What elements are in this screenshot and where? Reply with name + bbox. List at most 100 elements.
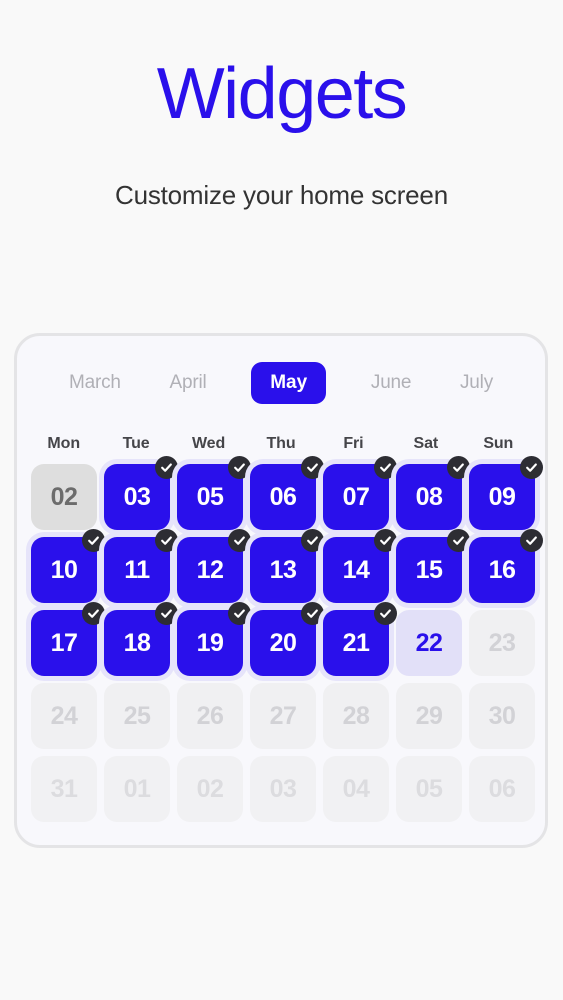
check-icon xyxy=(155,602,178,625)
day-label: 05 xyxy=(415,774,443,803)
check-icon xyxy=(301,529,324,552)
day-label: 03 xyxy=(269,774,297,803)
day-label: 25 xyxy=(123,701,151,730)
day-cell[interactable]: 09 xyxy=(469,456,543,530)
day-label: 03 xyxy=(123,482,151,511)
day-grid: 02 03 05 06 07 08 09 10 11 12 13 14 15 16 17 18 19 20 21 22… xyxy=(31,456,543,822)
day-cell: 28 xyxy=(323,683,389,749)
day-label: 29 xyxy=(415,701,443,730)
day-cell: 31 xyxy=(31,756,97,822)
calendar-card: March April May June July Mon Tue Wed Thu Fri Sat… xyxy=(14,333,548,848)
check-icon xyxy=(301,456,324,479)
weekday-label-tue: Tue xyxy=(122,435,150,452)
check-icon xyxy=(228,602,251,625)
day-label: 08 xyxy=(415,482,443,511)
day-cell: 06 xyxy=(469,756,535,822)
day-label: 31 xyxy=(50,774,78,803)
day-cell[interactable]: 03 xyxy=(104,456,178,530)
month-tab-june[interactable]: June xyxy=(367,369,415,397)
day-label: 04 xyxy=(342,774,370,803)
check-icon xyxy=(520,456,543,479)
check-icon xyxy=(82,602,105,625)
day-cell: 03 xyxy=(250,756,316,822)
day-label: 05 xyxy=(196,482,224,511)
day-label: 06 xyxy=(269,482,297,511)
day-cell[interactable]: 13 xyxy=(250,529,324,603)
page-title: Widgets xyxy=(156,54,408,134)
day-cell[interactable]: 19 xyxy=(177,602,251,676)
day-cell[interactable]: 02 xyxy=(31,464,97,530)
day-label: 01 xyxy=(123,774,151,803)
day-label: 11 xyxy=(124,555,150,584)
check-icon xyxy=(447,529,470,552)
day-label: 16 xyxy=(488,555,516,584)
page-subtitle: Customize your home screen xyxy=(115,180,448,210)
day-cell: 04 xyxy=(323,756,389,822)
day-cell[interactable]: 08 xyxy=(396,456,470,530)
day-label: 17 xyxy=(50,628,78,657)
check-icon xyxy=(520,529,543,552)
check-icon xyxy=(374,529,397,552)
day-label: 13 xyxy=(269,555,297,584)
day-cell[interactable]: 14 xyxy=(323,529,397,603)
day-label: 02 xyxy=(50,482,78,511)
day-label: 10 xyxy=(50,555,78,584)
day-label: 18 xyxy=(123,628,151,657)
day-cell: 23 xyxy=(469,610,535,676)
day-cell: 25 xyxy=(104,683,170,749)
day-cell[interactable]: 16 xyxy=(469,529,543,603)
weekday-label-sat: Sat xyxy=(413,435,439,452)
day-cell[interactable]: 12 xyxy=(177,529,251,603)
day-cell[interactable]: 07 xyxy=(323,456,397,530)
day-label: 23 xyxy=(488,628,516,657)
day-label: 15 xyxy=(415,555,443,584)
day-cell[interactable]: 21 xyxy=(323,602,397,676)
check-icon xyxy=(155,456,178,479)
day-label: 09 xyxy=(488,482,516,511)
weekday-header: Mon Tue Wed Thu Fri Sat Sun xyxy=(31,434,531,454)
check-icon xyxy=(447,456,470,479)
day-cell[interactable]: 18 xyxy=(104,602,178,676)
day-cell: 26 xyxy=(177,683,243,749)
check-icon xyxy=(228,456,251,479)
day-cell[interactable]: 06 xyxy=(250,456,324,530)
day-label: 28 xyxy=(342,701,370,730)
weekday-label-mon: Mon xyxy=(47,435,80,452)
month-tab-july[interactable]: July xyxy=(456,369,497,397)
day-cell: 29 xyxy=(396,683,462,749)
check-icon xyxy=(82,529,105,552)
day-label: 27 xyxy=(269,701,297,730)
day-cell: 05 xyxy=(396,756,462,822)
check-icon xyxy=(301,602,324,625)
day-cell: 30 xyxy=(469,683,535,749)
check-icon xyxy=(228,529,251,552)
month-tab-march[interactable]: March xyxy=(65,369,125,397)
day-cell[interactable]: 22 xyxy=(396,610,462,676)
day-cell[interactable]: 05 xyxy=(177,456,251,530)
page-root: Widgets Customize your home screen March… xyxy=(0,0,563,1000)
day-cell[interactable]: 15 xyxy=(396,529,470,603)
day-cell[interactable]: 11 xyxy=(104,529,178,603)
weekday-label-fri: Fri xyxy=(343,435,364,452)
day-label: 26 xyxy=(196,701,224,730)
day-label: 14 xyxy=(342,555,370,584)
month-selector: March April May June July xyxy=(17,362,545,404)
day-cell: 27 xyxy=(250,683,316,749)
day-cell[interactable]: 20 xyxy=(250,602,324,676)
weekday-label-sun: Sun xyxy=(483,435,514,452)
check-icon xyxy=(374,456,397,479)
day-cell[interactable]: 17 xyxy=(31,602,105,676)
day-label: 06 xyxy=(488,774,516,803)
day-label: 30 xyxy=(488,701,516,730)
day-cell[interactable]: 10 xyxy=(31,529,105,603)
check-icon xyxy=(374,602,397,625)
month-tab-may[interactable]: May xyxy=(251,362,327,404)
day-label: 02 xyxy=(196,774,224,803)
weekday-label-thu: Thu xyxy=(266,435,296,452)
day-label: 19 xyxy=(196,628,224,657)
month-tab-april[interactable]: April xyxy=(166,369,211,397)
day-label: 22 xyxy=(415,628,443,657)
day-label: 07 xyxy=(342,482,370,511)
day-label: 21 xyxy=(342,628,370,657)
day-cell: 24 xyxy=(31,683,97,749)
